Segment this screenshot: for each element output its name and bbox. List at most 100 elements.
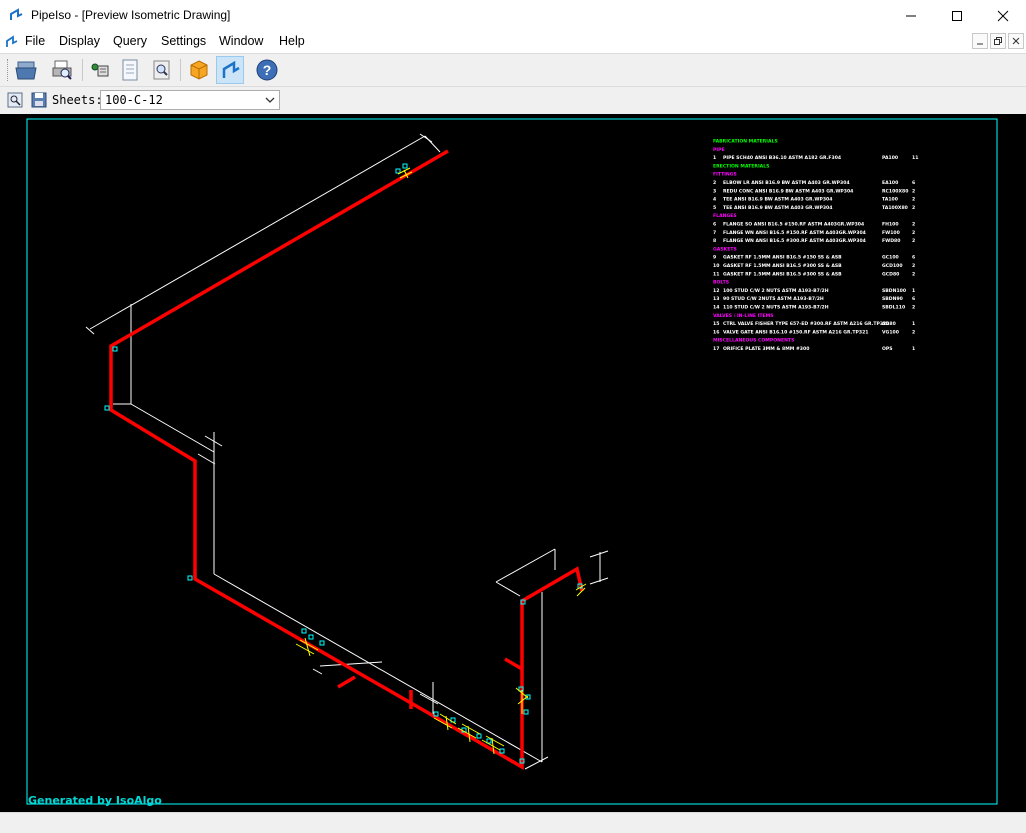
bom-item-description: CTRL VALVE FISHER TYPE 657-ED #300.RF AS…	[723, 321, 889, 327]
zoom-fit-icon	[7, 92, 23, 108]
bom-section: FLANGES	[713, 213, 737, 219]
bom-item-description: GASKET RF 1.5MM ANSI B16.5 #300 SS & ASB	[723, 263, 842, 269]
connect-icon	[91, 63, 109, 77]
bom-item-number: 7	[713, 230, 716, 236]
bom-item-code: RC100X80	[882, 188, 908, 194]
bom-item-code: FW100	[882, 230, 900, 236]
menu-file[interactable]: File	[25, 34, 45, 48]
bom-item-description: TEE ANSI B16.9 BW ASTM A403 GR.WP304	[723, 205, 832, 211]
bom-item-description: FLANGE WN ANSI B16.5 #300.RF ASTM A403GR…	[723, 238, 866, 244]
toolbar-grip[interactable]	[7, 59, 9, 81]
bom-item-quantity: 1	[912, 346, 915, 352]
bom-item-quantity: 2	[912, 197, 915, 203]
bom-item-quantity: 6	[912, 255, 915, 261]
bom-item-code: FH100	[882, 222, 899, 228]
status-bar	[0, 812, 1026, 833]
bom-item-code: SBDL110	[882, 305, 905, 311]
connect-button[interactable]	[86, 56, 114, 84]
bom-item-number: 5	[713, 205, 716, 211]
bom-item-description: ELBOW LR ANSI B16.9 BW ASTM A403 GR.WP30…	[723, 180, 850, 186]
find-icon	[153, 60, 170, 80]
bom-item-quantity: 2	[912, 230, 915, 236]
help-button[interactable]: ?	[253, 56, 281, 84]
sheets-dropdown[interactable]: 100-C-12	[100, 90, 280, 110]
bom-item-quantity: 2	[912, 205, 915, 211]
mdi-minimize-button[interactable]	[972, 33, 988, 49]
bom-item-code: PA100	[882, 155, 898, 161]
bom-section: FITTINGS	[713, 172, 737, 178]
menu-help[interactable]: Help	[279, 34, 305, 48]
minimize-button[interactable]	[888, 0, 934, 31]
bom-item-quantity: 2	[912, 271, 915, 277]
sheets-bar: Sheets: 100-C-12	[0, 86, 1026, 115]
bom-item-quantity: 2	[912, 305, 915, 311]
maximize-icon	[952, 10, 962, 21]
close-button[interactable]	[980, 0, 1026, 31]
footer-generated-by: Generated by IsoAlgo	[28, 794, 162, 807]
document-icon	[122, 59, 138, 81]
menu-settings[interactable]: Settings	[161, 34, 206, 48]
dimension-lines	[85, 133, 609, 770]
3d-view-button[interactable]	[185, 56, 213, 84]
close-icon	[1012, 37, 1020, 45]
find-button[interactable]	[148, 56, 176, 84]
bom-item-quantity: 1	[912, 288, 915, 294]
open-file-icon	[15, 61, 37, 80]
bom-item-number: 12	[713, 288, 719, 294]
help-icon: ?	[256, 59, 278, 81]
bom-item-quantity: 6	[912, 180, 915, 186]
close-icon	[997, 10, 1009, 21]
open-button[interactable]	[12, 56, 40, 84]
bom-item-number: 1	[713, 155, 716, 161]
bom-item-quantity: 2	[912, 222, 915, 228]
sheets-label: Sheets:	[52, 93, 103, 107]
bom-section: GASKETS	[713, 246, 737, 252]
3d-box-icon	[190, 60, 208, 80]
save-sheet-button[interactable]	[28, 89, 50, 111]
print-preview-button[interactable]	[48, 56, 76, 84]
bom-item-description: REDU CONC ANSI B16.9 BW ASTM A403 GR.WP3…	[723, 188, 853, 194]
bom-section: PIPE	[713, 147, 725, 153]
bom-item-number: 3	[713, 188, 716, 194]
toolbar-separator	[82, 59, 83, 81]
bom-item-code: OPS	[882, 346, 893, 352]
bom-item-quantity: 2	[912, 238, 915, 244]
bom-section: BOLTS	[713, 280, 729, 286]
bom-item-quantity: 2	[912, 188, 915, 194]
isometric-drawing-canvas[interactable]: FABRICATION MATERIALS PIPE 1 PIPE SCH40 ANS…	[0, 114, 1026, 812]
maximize-button[interactable]	[934, 0, 980, 31]
menu-query[interactable]: Query	[113, 34, 147, 48]
bom-header: FABRICATION MATERIALS	[713, 139, 778, 145]
mdi-restore-button[interactable]	[990, 33, 1006, 49]
toolbar: ?	[0, 53, 1026, 86]
pipe-branch[interactable]	[504, 657, 523, 671]
isometric-drawing: FABRICATION MATERIALS PIPE 1 PIPE SCH40 ANS…	[26, 118, 998, 807]
mdi-close-button[interactable]	[1008, 33, 1024, 49]
weld-markers	[104, 163, 583, 764]
pipe-branch[interactable]	[337, 675, 356, 689]
zoom-fit-button[interactable]	[4, 89, 26, 111]
bom-item-number: 16	[713, 329, 719, 335]
bom-item-quantity: 2	[912, 263, 915, 269]
document-button[interactable]	[116, 56, 144, 84]
menu-bar: File Display Query Settings Window Help	[0, 31, 1026, 53]
bom-item-code: GCD100	[882, 263, 903, 269]
bom-item-code: SBDN90	[882, 296, 903, 302]
menu-window[interactable]: Window	[219, 34, 263, 48]
document-system-menu-icon[interactable]	[5, 34, 19, 49]
bom-item-description: ORIFICE PLATE 3MM & 8MM #300	[723, 346, 809, 352]
window-title: PipeIso - [Preview Isometric Drawing]	[31, 8, 231, 22]
menu-display[interactable]: Display	[59, 34, 100, 48]
bom-header: ERECTION MATERIALS	[713, 163, 769, 169]
title-bar: PipeIso - [Preview Isometric Drawing]	[0, 0, 1026, 31]
bom-item-quantity: 6	[912, 296, 915, 302]
bom-item-code: SBDN100	[882, 288, 906, 294]
bom-item-description: PIPE SCH40 ANSI B36.10 ASTM A182 GR.F304	[723, 155, 841, 161]
save-icon	[31, 92, 47, 108]
pipe-route[interactable]	[109, 149, 584, 771]
bom-item-code: EA100	[882, 180, 898, 186]
bill-of-materials: FABRICATION MATERIALS PIPE 1 PIPE SCH40 ANS…	[713, 139, 918, 353]
bom-item-code: AD80	[882, 321, 896, 327]
bom-item-description: 100 STUD C/W 2 NUTS ASTM A193-B7/2H	[723, 288, 829, 294]
isometric-view-button[interactable]	[216, 56, 244, 84]
